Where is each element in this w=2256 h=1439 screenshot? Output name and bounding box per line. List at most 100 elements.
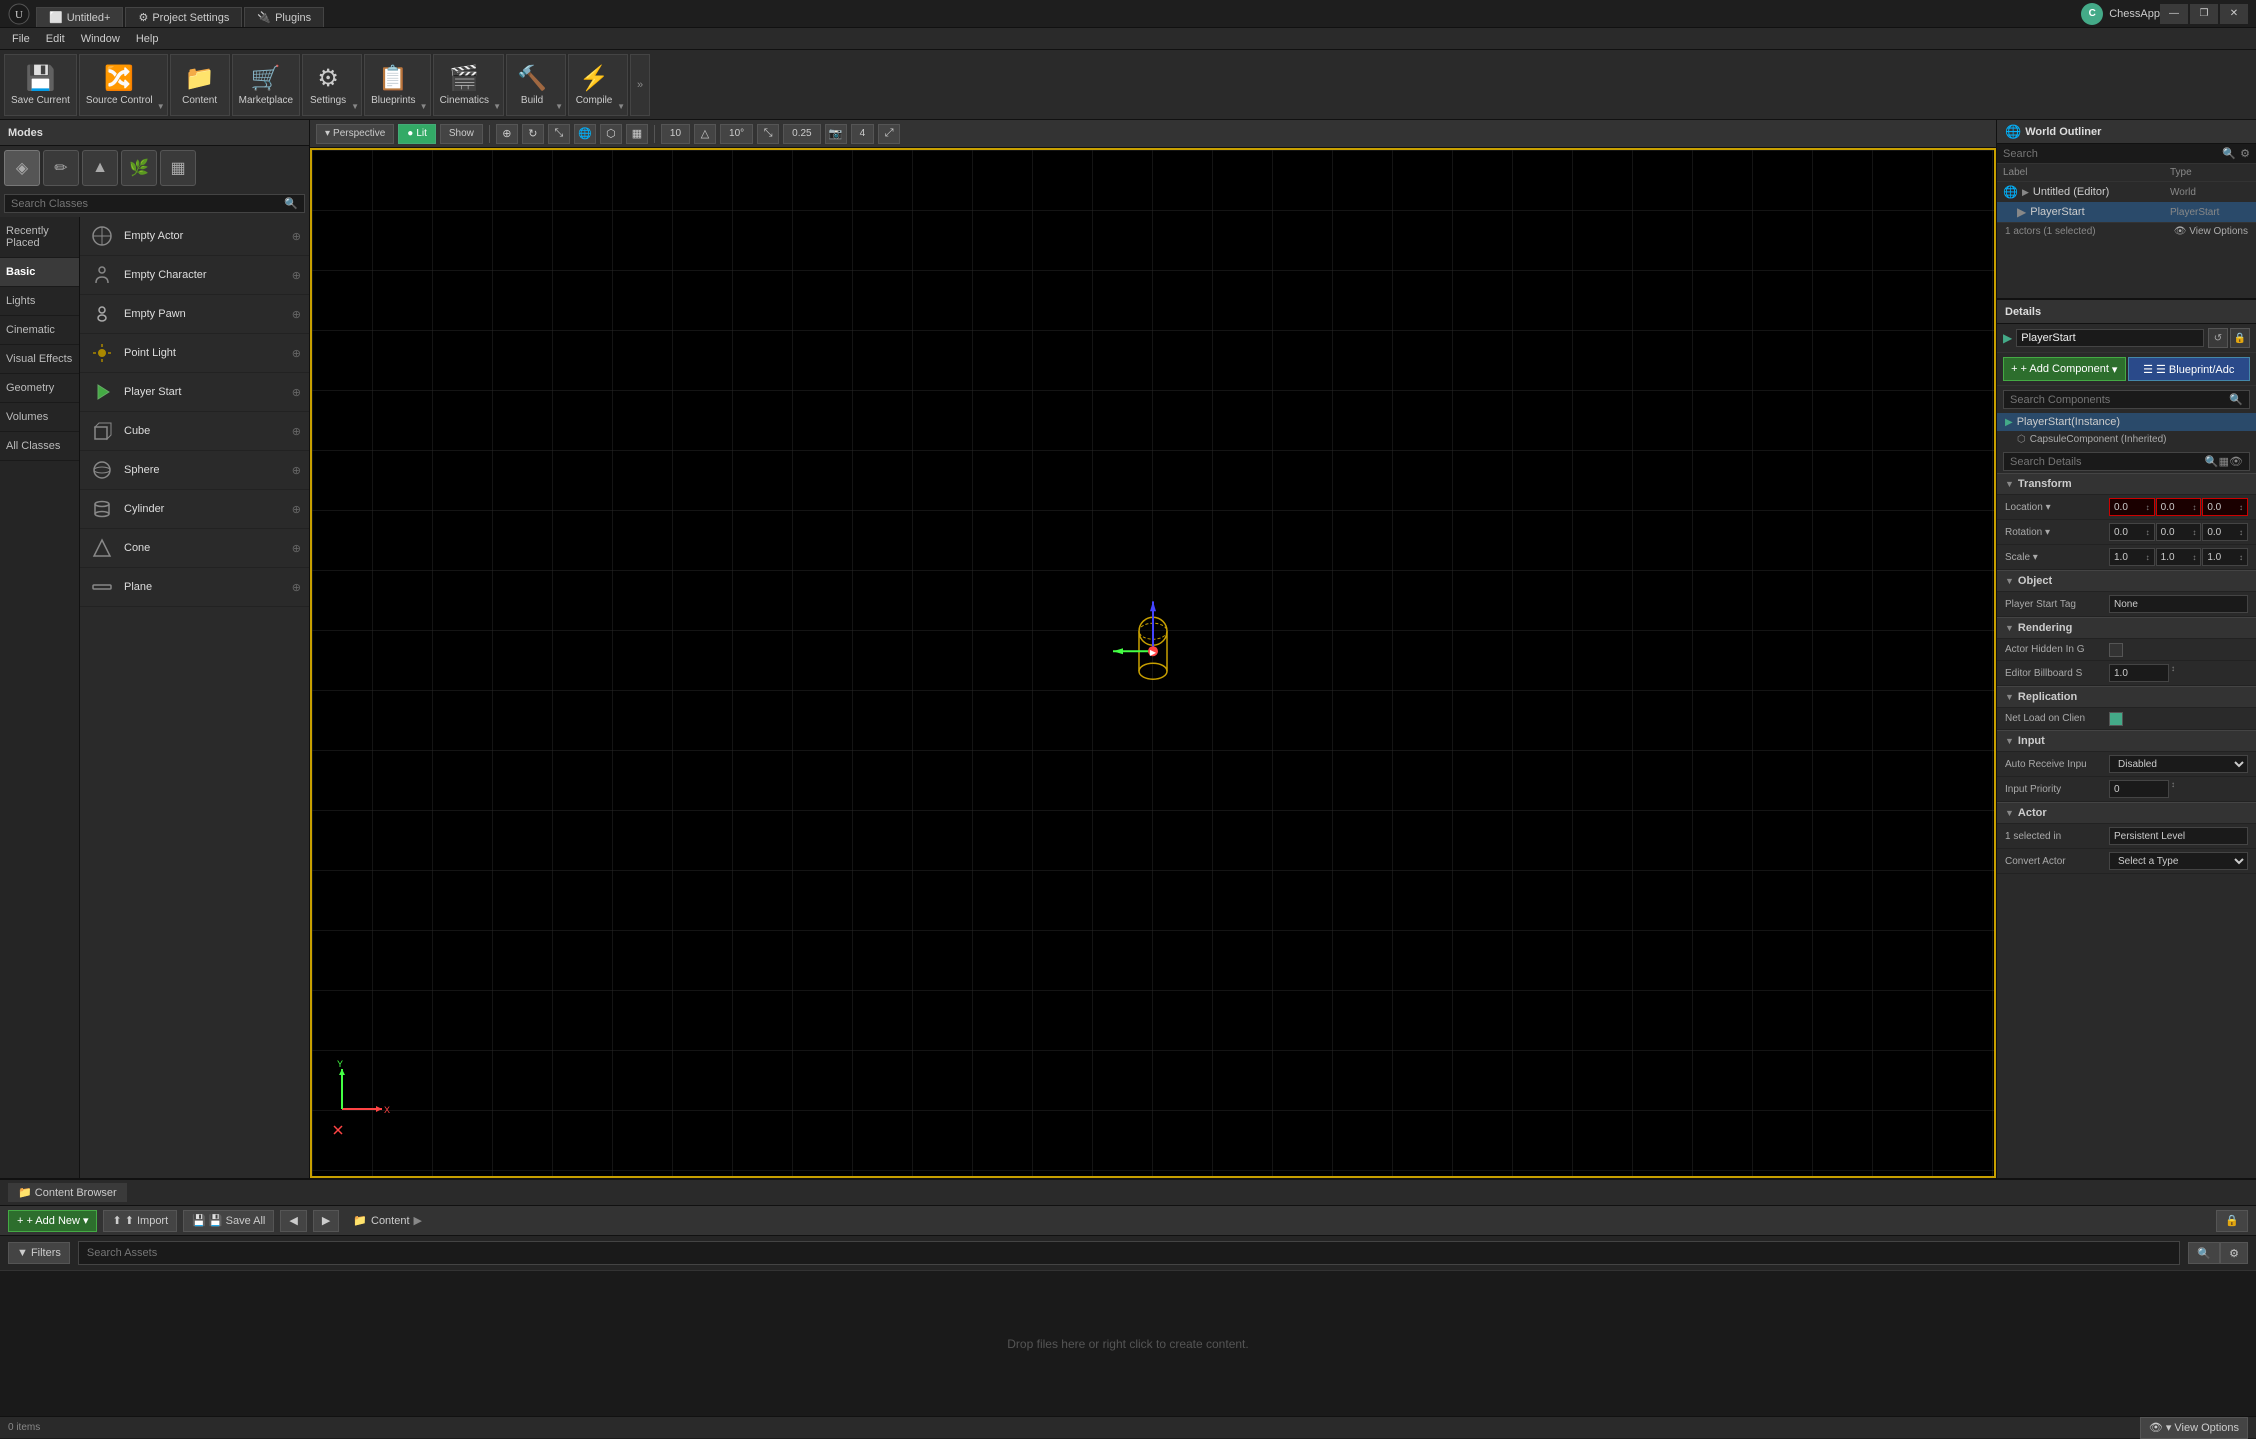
list-item-cube[interactable]: Cube ⊕ xyxy=(80,412,309,451)
net-load-toggle[interactable] xyxy=(2109,712,2123,726)
scale-x-input[interactable]: 1.0 ↕ xyxy=(2109,548,2155,566)
category-lights[interactable]: Lights xyxy=(0,287,79,316)
outliner-item-untitled[interactable]: 🌐 ▶ Untitled (Editor) World xyxy=(1997,182,2256,202)
mode-bsp[interactable]: ▦ xyxy=(160,150,196,186)
point-light-add[interactable]: ⊕ xyxy=(292,347,301,360)
list-item-plane[interactable]: Plane ⊕ xyxy=(80,568,309,607)
tab-plugins[interactable]: 🔌 Plugins xyxy=(244,7,324,27)
menu-window[interactable]: Window xyxy=(73,31,128,47)
priority-spin[interactable]: ↕ xyxy=(2171,780,2175,798)
toolbar-content[interactable]: 📁 Content xyxy=(170,54,230,116)
vp-grid-value[interactable]: 10 xyxy=(661,124,690,144)
filters-button[interactable]: ▼ Filters xyxy=(8,1242,70,1264)
vp-world-icon[interactable]: 🌐 xyxy=(574,124,596,144)
billboard-input[interactable]: 1.0 xyxy=(2109,664,2169,682)
details-view-btn[interactable]: ▦ xyxy=(2219,455,2229,468)
location-y-spin[interactable]: ↕ xyxy=(2192,503,2196,512)
section-input[interactable]: ▼ Input xyxy=(1997,730,2256,752)
vp-show-button[interactable]: Show xyxy=(440,124,483,144)
category-recently-placed[interactable]: Recently Placed xyxy=(0,217,79,258)
cube-add[interactable]: ⊕ xyxy=(292,425,301,438)
list-item-empty-actor[interactable]: Empty Actor ⊕ xyxy=(80,217,309,256)
location-z-spin[interactable]: ↕ xyxy=(2239,503,2243,512)
auto-receive-dropdown[interactable]: Disabled Player 0 Player 1 xyxy=(2109,755,2248,773)
outliner-view-options[interactable]: 👁 View Options xyxy=(2174,226,2248,237)
cb-options-button[interactable]: ⚙ xyxy=(2220,1242,2248,1264)
section-rendering[interactable]: ▼ Rendering xyxy=(1997,617,2256,639)
location-z-input[interactable]: 0.0 ↕ xyxy=(2202,498,2248,516)
add-component-button[interactable]: + + Add Component ▾ xyxy=(2003,357,2126,381)
category-basic[interactable]: Basic xyxy=(0,258,79,287)
outliner-options-icon[interactable]: ⚙ xyxy=(2240,147,2250,160)
empty-actor-add[interactable]: ⊕ xyxy=(292,230,301,243)
nav-back-button[interactable]: ◀ xyxy=(280,1210,306,1232)
toolbar-build[interactable]: 🔨 Build ▼ xyxy=(506,54,566,116)
empty-character-add[interactable]: ⊕ xyxy=(292,269,301,282)
empty-pawn-add[interactable]: ⊕ xyxy=(292,308,301,321)
blueprint-button[interactable]: ☰ ☰ Blueprint/Adc xyxy=(2128,357,2251,381)
mode-landscape[interactable]: ▲ xyxy=(82,150,118,186)
nav-forward-button[interactable]: ▶ xyxy=(313,1210,339,1232)
view-options-button[interactable]: 👁 ▾ View Options xyxy=(2140,1417,2248,1439)
category-all-classes[interactable]: All Classes xyxy=(0,432,79,461)
category-cinematic[interactable]: Cinematic xyxy=(0,316,79,345)
toolbar-save-current[interactable]: 💾 Save Current xyxy=(4,54,77,116)
list-item-cone[interactable]: Cone ⊕ xyxy=(80,529,309,568)
search-components-input[interactable] xyxy=(2010,394,2229,406)
minimize-button[interactable]: — xyxy=(2160,4,2188,24)
input-priority-input[interactable]: 0 xyxy=(2109,780,2169,798)
vp-translate-icon[interactable]: ⊕ xyxy=(496,124,518,144)
vp-scale-icon[interactable]: ⤡ xyxy=(548,124,570,144)
vp-lit-button[interactable]: ● Lit xyxy=(398,124,436,144)
category-geometry[interactable]: Geometry xyxy=(0,374,79,403)
restore-button[interactable]: ❐ xyxy=(2190,4,2218,24)
section-replication[interactable]: ▼ Replication xyxy=(1997,686,2256,708)
section-object[interactable]: ▼ Object xyxy=(1997,570,2256,592)
location-x-input[interactable]: 0.0 ↕ xyxy=(2109,498,2155,516)
toolbar-settings[interactable]: ⚙ Settings ▼ xyxy=(302,54,362,116)
actor-hidden-toggle[interactable] xyxy=(2109,643,2123,657)
tab-project-settings[interactable]: ⚙ Project Settings xyxy=(125,7,242,27)
details-name-input[interactable] xyxy=(2016,329,2204,347)
mode-paint[interactable]: ✏ xyxy=(43,150,79,186)
close-button[interactable]: ✕ xyxy=(2220,4,2248,24)
menu-help[interactable]: Help xyxy=(128,31,167,47)
list-item-cylinder[interactable]: Cylinder ⊕ xyxy=(80,490,309,529)
toolbar-expand-button[interactable]: » xyxy=(630,54,650,116)
vp-scale-icon2[interactable]: ⤡ xyxy=(757,124,779,144)
search-assets-icon[interactable]: 🔍 xyxy=(2188,1242,2220,1264)
ps-tag-input[interactable]: None xyxy=(2109,595,2248,613)
vp-maximize-icon[interactable]: ⤢ xyxy=(878,124,900,144)
details-lock-button[interactable]: 🔒 xyxy=(2230,328,2250,348)
vp-scale-value[interactable]: 0.25 xyxy=(783,124,820,144)
menu-edit[interactable]: Edit xyxy=(38,31,73,47)
cone-add[interactable]: ⊕ xyxy=(292,542,301,555)
location-y-input[interactable]: 0.0 ↕ xyxy=(2156,498,2202,516)
save-all-button[interactable]: 💾 💾 Save All xyxy=(183,1210,274,1232)
section-actor[interactable]: ▼ Actor xyxy=(1997,802,2256,824)
add-new-button[interactable]: + + Add New ▾ xyxy=(8,1210,97,1232)
viewport[interactable]: ▶ X Y xyxy=(310,148,1996,1178)
content-browser-tab[interactable]: 📁 Content Browser xyxy=(8,1183,127,1202)
import-button[interactable]: ⬆ ⬆ Import xyxy=(103,1210,177,1232)
vp-camera-icon[interactable]: 📷 xyxy=(825,124,847,144)
search-assets-input[interactable] xyxy=(78,1241,2181,1265)
menu-file[interactable]: File xyxy=(4,31,38,47)
list-item-player-start[interactable]: Player Start ⊕ xyxy=(80,373,309,412)
cb-lock-button[interactable]: 🔒 xyxy=(2216,1210,2248,1232)
rotation-z-input[interactable]: 0.0 ↕ xyxy=(2202,523,2248,541)
list-item-empty-pawn[interactable]: Empty Pawn ⊕ xyxy=(80,295,309,334)
list-item-empty-character[interactable]: Empty Character ⊕ xyxy=(80,256,309,295)
vp-angle-value[interactable]: 10° xyxy=(720,124,753,144)
section-transform[interactable]: ▼ Transform xyxy=(1997,473,2256,495)
toolbar-blueprints[interactable]: 📋 Blueprints ▼ xyxy=(364,54,430,116)
vp-perspective-dropdown[interactable]: ▾ Perspective xyxy=(316,124,394,144)
scale-y-input[interactable]: 1.0 ↕ xyxy=(2156,548,2202,566)
location-x-spin[interactable]: ↕ xyxy=(2146,503,2150,512)
plane-add[interactable]: ⊕ xyxy=(292,581,301,594)
tab-untitled[interactable]: ⬜ Untitled+ xyxy=(36,7,123,27)
mode-place[interactable]: ◈ xyxy=(4,150,40,186)
cylinder-add[interactable]: ⊕ xyxy=(292,503,301,516)
player-start-add[interactable]: ⊕ xyxy=(292,386,301,399)
rotation-x-input[interactable]: 0.0 ↕ xyxy=(2109,523,2155,541)
